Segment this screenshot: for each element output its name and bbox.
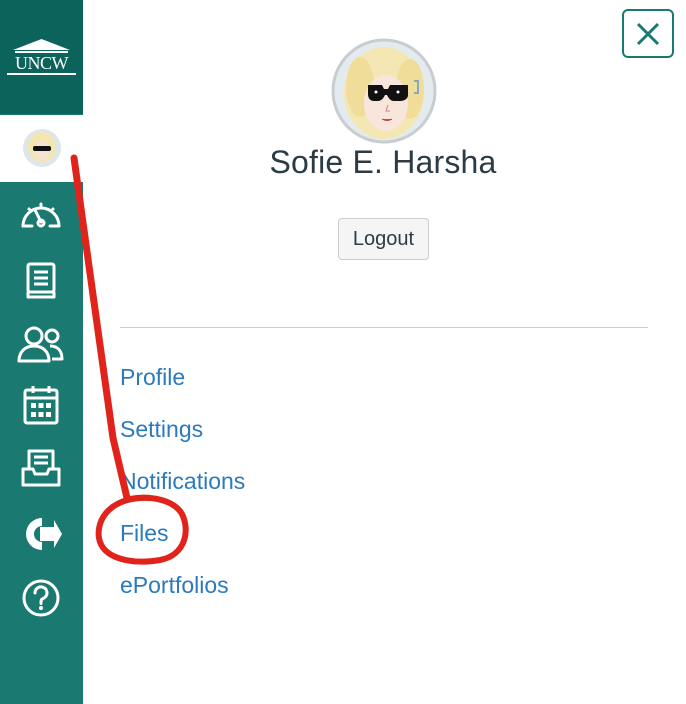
nav-item-groups[interactable]: [16, 322, 66, 366]
nav-item-help[interactable]: [16, 576, 66, 620]
logout-button[interactable]: Logout: [338, 218, 429, 260]
commons-icon: [26, 518, 62, 550]
tray-divider: [120, 327, 648, 328]
eportfolios-link[interactable]: ePortfolios: [120, 574, 229, 597]
user-avatar: [331, 38, 437, 144]
groups-icon: [17, 326, 64, 363]
nav-item-account[interactable]: [0, 115, 83, 182]
nav-item-calendar[interactable]: [16, 383, 66, 427]
files-link[interactable]: Files: [120, 522, 169, 545]
dashboard-icon: [21, 202, 61, 228]
uncw-logo[interactable]: UNCW: [0, 0, 83, 114]
nav-item-commons[interactable]: [16, 512, 66, 556]
logo-text: UNCW: [15, 53, 69, 73]
notifications-link[interactable]: Notifications: [120, 470, 245, 493]
settings-link[interactable]: Settings: [120, 418, 203, 441]
help-icon: [22, 579, 60, 617]
logo-underline: [7, 73, 76, 75]
user-name: Sofie E. Harsha: [269, 144, 497, 180]
calendar-icon: [23, 386, 59, 425]
close-icon: [636, 22, 660, 45]
nav-item-inbox[interactable]: [16, 446, 66, 490]
nav-item-courses[interactable]: [16, 259, 66, 303]
logo-building-icon: [13, 39, 70, 53]
inbox-icon: [21, 449, 61, 487]
close-tray-button[interactable]: [622, 9, 674, 58]
account-avatar-icon: [23, 129, 61, 167]
profile-link[interactable]: Profile: [120, 366, 185, 389]
nav-item-dashboard[interactable]: [16, 192, 66, 236]
courses-icon: [26, 262, 56, 299]
global-nav: UNCW: [0, 0, 83, 704]
